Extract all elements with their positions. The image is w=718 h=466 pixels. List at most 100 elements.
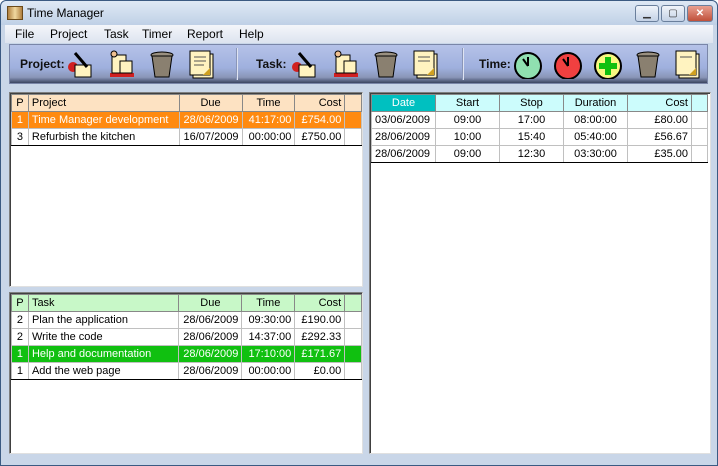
col-due[interactable]: Due	[178, 94, 243, 112]
cell-priority: 2	[11, 311, 29, 329]
cell-duration: 03:30:00	[563, 145, 628, 163]
cell-stop: 15:40	[499, 128, 564, 146]
cell-name: Time Manager development	[27, 111, 180, 129]
maximize-button[interactable]: ▢	[661, 5, 685, 22]
col-date[interactable]: Date	[371, 94, 436, 112]
edit-project-icon[interactable]	[106, 49, 136, 79]
time-row[interactable]: 28/06/2009 10:00 15:40 05:40:00 £56.67	[371, 128, 708, 146]
cell-name: Plan the application	[27, 311, 180, 329]
cell-time: 17:10:00	[241, 345, 296, 363]
window-title: Time Manager	[27, 6, 104, 20]
title-bar[interactable]: Time Manager ▁ ▢ ✕	[1, 1, 717, 25]
project-toolbar-label: Project:	[20, 57, 65, 71]
task-list[interactable]: P Task Due Time Cost 2 Plan the applicati…	[9, 292, 363, 454]
cell-priority: 2	[11, 328, 29, 346]
col-duration[interactable]: Duration	[563, 94, 628, 112]
cell-name: Write the code	[27, 328, 180, 346]
delete-project-icon[interactable]	[148, 49, 178, 79]
cell-due: 28/06/2009	[178, 362, 243, 380]
close-button[interactable]: ✕	[687, 5, 713, 22]
cell-filler	[344, 128, 362, 146]
delete-time-icon[interactable]	[634, 49, 664, 79]
task-row[interactable]: 1 Add the web page 28/06/2009 00:00:00 £0.00	[11, 362, 362, 380]
project-row-selected[interactable]: 1 Time Manager development 28/06/2009 41:17…	[11, 111, 362, 129]
project-table: P Project Due Time Cost 1 Time Manager de…	[11, 94, 362, 146]
cell-stop: 12:30	[499, 145, 564, 163]
book-icon	[7, 6, 23, 20]
cell-cost: £80.00	[627, 111, 692, 129]
cell-priority: 3	[11, 128, 29, 146]
project-list[interactable]: P Project Due Time Cost 1 Time Manager de…	[9, 92, 363, 287]
cell-filler	[691, 145, 708, 163]
cell-filler	[344, 311, 362, 329]
cell-cost: £754.00	[294, 111, 346, 129]
menu-file[interactable]: File	[15, 27, 34, 41]
edit-task-icon[interactable]	[330, 49, 360, 79]
col-task[interactable]: Task	[27, 294, 180, 312]
cell-due: 28/06/2009	[178, 328, 243, 346]
cell-start: 10:00	[435, 128, 500, 146]
delete-task-icon[interactable]	[372, 49, 402, 79]
col-time[interactable]: Time	[241, 94, 296, 112]
app-window: Time Manager ▁ ▢ ✕ File Project Task Tim…	[0, 0, 718, 466]
new-project-icon[interactable]	[65, 49, 95, 79]
time-row[interactable]: 03/06/2009 09:00 17:00 08:00:00 £80.00	[371, 111, 708, 129]
toolbar: Project: Task: Time:	[9, 44, 708, 84]
col-stop[interactable]: Stop	[499, 94, 564, 112]
menu-timer[interactable]: Timer	[142, 27, 172, 41]
cell-date: 28/06/2009	[371, 145, 436, 163]
cell-filler	[344, 328, 362, 346]
cell-due: 28/06/2009	[178, 311, 243, 329]
col-time[interactable]: Time	[241, 294, 296, 312]
col-cost[interactable]: Cost	[294, 294, 346, 312]
cell-name: Refurbish the kitchen	[27, 128, 180, 146]
col-due[interactable]: Due	[178, 294, 243, 312]
task-table: P Task Due Time Cost 2 Plan the applicati…	[11, 294, 362, 380]
time-report-icon[interactable]	[673, 49, 703, 79]
cell-name: Add the web page	[27, 362, 180, 380]
cell-cost: £292.33	[294, 328, 346, 346]
task-row[interactable]: 2 Write the code 28/06/2009 14:37:00 £292.33	[11, 328, 362, 346]
menu-report[interactable]: Report	[187, 27, 223, 41]
menu-task[interactable]: Task	[104, 27, 129, 41]
col-priority[interactable]: P	[11, 94, 29, 112]
cell-cost: £171.67	[294, 345, 346, 363]
cell-priority: 1	[11, 345, 29, 363]
time-row[interactable]: 28/06/2009 09:00 12:30 03:30:00 £35.00	[371, 145, 708, 163]
col-filler	[344, 94, 362, 112]
col-project[interactable]: Project	[27, 94, 180, 112]
cell-cost: £190.00	[294, 311, 346, 329]
minimize-button[interactable]: ▁	[635, 5, 659, 22]
start-timer-icon[interactable]	[513, 49, 543, 79]
cell-time: 00:00:00	[241, 362, 296, 380]
add-time-icon[interactable]	[593, 49, 623, 79]
cell-time: 41:17:00	[241, 111, 296, 129]
col-filler	[691, 94, 708, 112]
cell-time: 00:00:00	[241, 128, 296, 146]
task-report-icon[interactable]	[411, 49, 441, 79]
time-table: Date Start Stop Duration Cost 03/06/2009…	[371, 94, 708, 163]
menu-help[interactable]: Help	[239, 27, 264, 41]
col-cost[interactable]: Cost	[294, 94, 346, 112]
cell-filler	[691, 128, 708, 146]
new-task-icon[interactable]	[289, 49, 319, 79]
project-report-icon[interactable]	[187, 49, 217, 79]
stop-timer-icon[interactable]	[553, 49, 583, 79]
cell-date: 28/06/2009	[371, 128, 436, 146]
cell-due: 16/07/2009	[178, 128, 243, 146]
cell-time: 14:37:00	[241, 328, 296, 346]
col-priority[interactable]: P	[11, 294, 29, 312]
cell-cost: £56.67	[627, 128, 692, 146]
task-row[interactable]: 2 Plan the application 28/06/2009 09:30:00 £…	[11, 311, 362, 329]
project-row[interactable]: 3 Refurbish the kitchen 16/07/2009 00:00:00…	[11, 128, 362, 146]
cell-date: 03/06/2009	[371, 111, 436, 129]
cell-due: 28/06/2009	[178, 345, 243, 363]
cell-duration: 08:00:00	[563, 111, 628, 129]
menu-project[interactable]: Project	[50, 27, 87, 41]
col-cost[interactable]: Cost	[627, 94, 692, 112]
col-start[interactable]: Start	[435, 94, 500, 112]
time-list[interactable]: Date Start Stop Duration Cost 03/06/2009…	[369, 92, 711, 454]
task-row-selected[interactable]: 1 Help and documentation 28/06/2009 17:10:0…	[11, 345, 362, 363]
cell-start: 09:00	[435, 145, 500, 163]
cell-stop: 17:00	[499, 111, 564, 129]
